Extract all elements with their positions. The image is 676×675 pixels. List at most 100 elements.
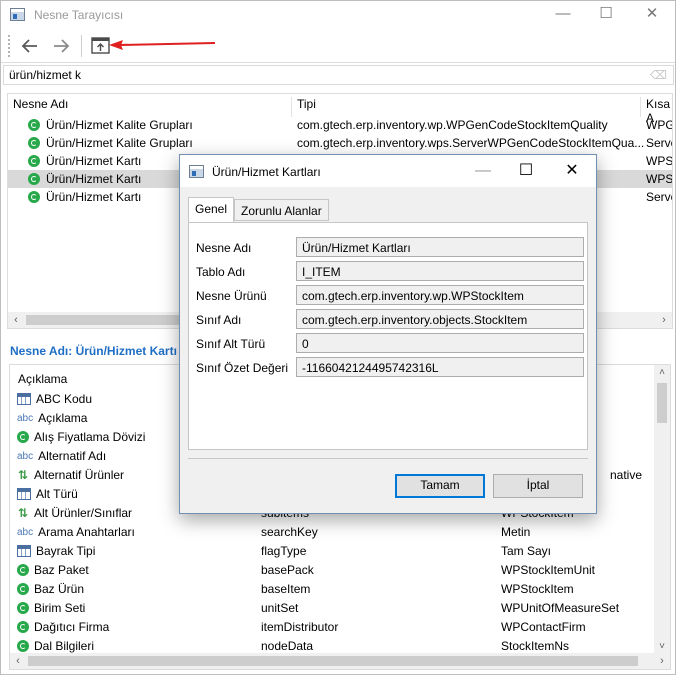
tab-required-fields[interactable]: Zorunlu Alanlar [234,199,329,221]
list-item[interactable]: Baz Ürün baseItem WPStockItem [10,580,670,599]
column-header-name[interactable]: Nesne Adı [13,97,68,111]
dialog-title-bar: Ürün/Hizmet Kartları — ☐ ✕ [180,155,596,187]
section-title: Nesne Adı: Ürün/Hizmet Kartı [10,344,177,358]
toolbar-grip [8,35,10,57]
table-icon [17,488,31,500]
item-name: Arama Anahtarları [38,525,135,539]
table-icon [17,393,31,405]
list-item[interactable]: Baz Paket basePack WPStockItemUnit [10,561,670,580]
cancel-button[interactable]: İptal [493,474,583,498]
row-short: Serve [646,190,672,204]
item-name: Baz Paket [34,563,89,577]
field-label: Sınıf Alt Türü [196,337,266,351]
item-type: StockItemNs [501,639,570,653]
row-name: Ürün/Hizmet Kartı [46,172,142,186]
dialog-minimize-button[interactable]: — [463,160,503,182]
field-table-name: Tablo Adı I_ITEM [196,261,586,281]
item-field: itemDistributor [261,620,339,634]
object-icon [28,137,40,149]
row-name: Ürün/Hizmet Kartı [46,154,142,168]
back-button[interactable] [18,34,42,58]
column-divider[interactable] [291,97,292,117]
row-short: WPSt [646,172,673,186]
field-value[interactable]: com.gtech.erp.inventory.objects.StockIte… [296,309,584,329]
general-panel: Nesne Adı Ürün/Hizmet Kartları Tablo Adı… [188,222,588,450]
maximize-button[interactable]: ☐ [586,5,626,25]
object-icon [17,602,29,614]
item-name: Bayrak Tipi [36,544,96,558]
item-name: Alt Ürünler/Sınıflar [34,506,133,520]
object-icon [28,119,40,131]
item-type: WPUnitOfMeasureSet [501,601,620,615]
scroll-left-icon[interactable]: ‹ [10,653,26,669]
table-row[interactable]: Ürün/Hizmet Kalite Grupları com.gtech.er… [8,116,672,134]
eraser-icon[interactable]: ⌫ [650,68,667,82]
ok-button[interactable]: Tamam [395,474,485,498]
app-icon [189,165,204,178]
column-header-type[interactable]: Tipi [297,97,316,111]
item-name: Baz Ürün [34,582,85,596]
vertical-scrollbar[interactable]: ˄ ˅ [654,365,670,655]
list-item[interactable]: Birim Seti unitSet WPUnitOfMeasureSet [10,599,670,618]
dialog-separator [188,458,588,459]
app-icon [10,8,25,21]
object-icon [17,431,29,443]
row-short: WPGe [646,118,672,132]
scroll-left-icon[interactable]: ‹ [8,312,24,328]
search-input[interactable]: ürün/hizmet k ⌫ [3,65,674,85]
item-name: Alış Fiyatlama Dövizi [34,430,146,444]
item-name: ABC Kodu [36,392,93,406]
abc-icon: abc [17,450,34,462]
toolbar [1,29,675,63]
field-label: Sınıf Özet Değeri [196,361,289,375]
field-value[interactable]: com.gtech.erp.inventory.wp.WPStockItem [296,285,584,305]
list-item[interactable]: Dağıtıcı Firma itemDistributor WPContact… [10,618,670,637]
dialog-maximize-button[interactable]: ☐ [506,160,546,182]
list-item[interactable]: Bayrak Tipi flagType Tam Sayı [10,542,670,561]
scroll-up-icon[interactable]: ˄ [654,365,670,381]
item-name: Açıklama [38,411,88,425]
field-object-name: Nesne Adı Ürün/Hizmet Kartları [196,237,586,257]
scroll-right-icon[interactable]: › [654,653,670,669]
field-value[interactable]: -1166042124495742316L [296,357,584,377]
column-divider[interactable] [640,97,641,117]
row-name: Ürün/Hizmet Kalite Grupları [46,118,193,132]
column-header-description[interactable]: Açıklama [18,372,67,386]
field-class-hash: Sınıf Özet Değeri -1166042124495742316L [196,357,586,377]
field-value[interactable]: I_ITEM [296,261,584,281]
item-type: native [610,468,643,482]
field-value[interactable]: 0 [296,333,584,353]
list-item[interactable]: abc Arama Anahtarları searchKey Metin [10,523,670,542]
object-icon [17,564,29,576]
scroll-thumb[interactable] [657,383,667,423]
object-icon [17,640,29,652]
item-field: flagType [261,544,307,558]
item-field: basePack [261,563,314,577]
item-name: Alternatif Adı [38,449,107,463]
close-button[interactable]: ✕ [632,5,672,25]
item-type: WPStockItemUnit [501,563,596,577]
item-type: WPContactFirm [501,620,586,634]
relation-icon: ⇅ [17,506,29,520]
field-object-product: Nesne Ürünü com.gtech.erp.inventory.wp.W… [196,285,586,305]
row-short: WPSt [646,154,673,168]
object-icon [17,583,29,595]
horizontal-scrollbar[interactable]: ‹ › [10,653,670,669]
table-header: Nesne Adı Tipi Kısa A [8,94,672,125]
row-type: com.gtech.erp.inventory.wp.WPGenCodeStoc… [297,118,608,132]
item-name: Birim Seti [34,601,86,615]
item-name: Dağıtıcı Firma [34,620,110,634]
item-field: nodeData [261,639,314,653]
scroll-thumb[interactable] [28,656,638,666]
table-row[interactable]: Ürün/Hizmet Kalite Grupları com.gtech.er… [8,134,672,152]
row-name: Ürün/Hizmet Kartı [46,190,142,204]
field-value[interactable]: Ürün/Hizmet Kartları [296,237,584,257]
scroll-right-icon[interactable]: › [656,312,672,328]
minimize-button[interactable]: — [543,5,583,25]
dialog-close-button[interactable]: ✕ [552,160,592,182]
forward-button[interactable] [49,34,73,58]
tab-general[interactable]: Genel [188,197,235,222]
row-type: com.gtech.erp.inventory.wps.ServerWPGenC… [297,136,645,150]
object-icon [28,173,40,185]
search-value: ürün/hizmet k [9,68,82,82]
